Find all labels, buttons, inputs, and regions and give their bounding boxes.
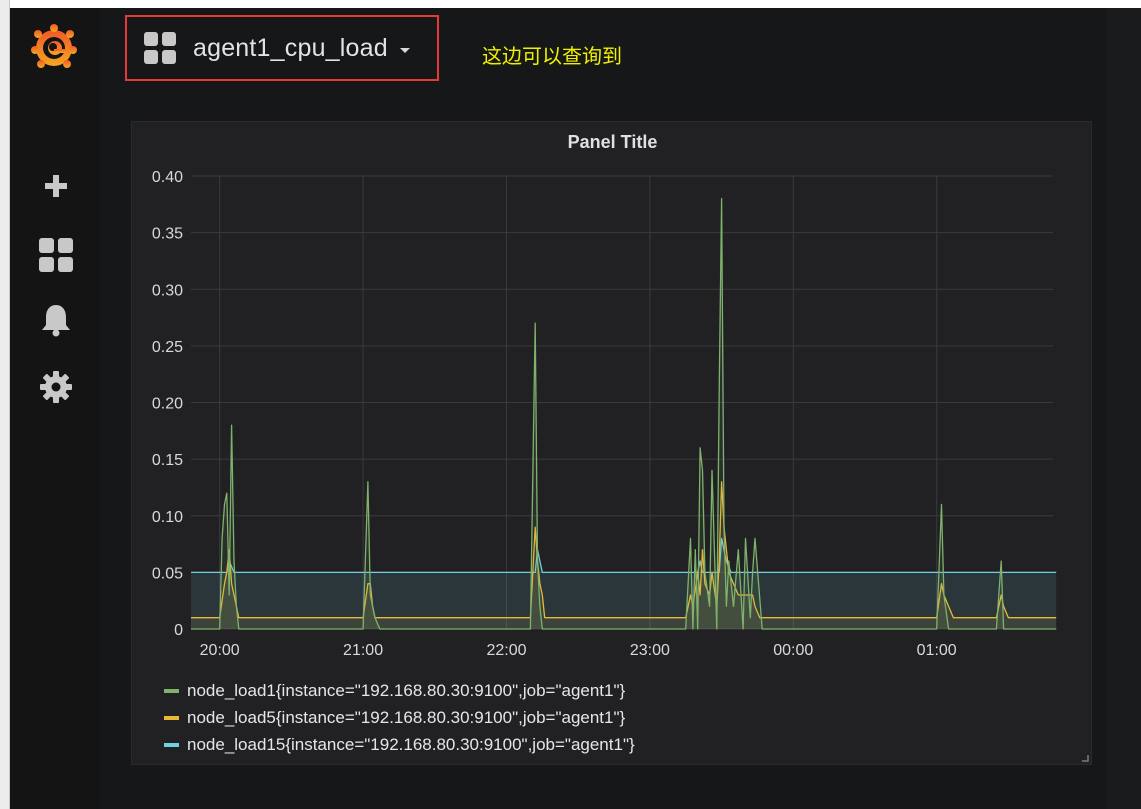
- x-tick-label: 00:00: [773, 642, 813, 659]
- series-line-3: [191, 537, 1057, 574]
- y-tick-label: 0.40: [152, 169, 183, 186]
- x-tick-label: 01:00: [917, 642, 957, 659]
- y-tick-label: 0.35: [152, 226, 183, 243]
- legend-swatch: [164, 688, 179, 693]
- y-tick-label: 0.15: [152, 452, 183, 469]
- legend-swatch: [164, 742, 179, 747]
- y-tick-label: 0.10: [152, 509, 183, 526]
- y-tick-label: 0.30: [152, 282, 183, 299]
- legend-label: node_load15{instance="192.168.80.30:9100…: [187, 734, 635, 754]
- x-tick-label: 23:00: [630, 642, 670, 659]
- legend-item-node-load1[interactable]: node_load1{instance="192.168.80.30:9100"…: [164, 677, 635, 704]
- series-area-3: [191, 538, 1057, 629]
- x-tick-label: 22:00: [486, 642, 526, 659]
- y-tick-label: 0.05: [152, 565, 183, 582]
- panel-resize-handle-icon[interactable]: [1081, 754, 1089, 762]
- legend-label: node_load5{instance="192.168.80.30:9100"…: [187, 707, 626, 727]
- y-tick-label: 0: [174, 622, 183, 639]
- legend-item-node-load15[interactable]: node_load15{instance="192.168.80.30:9100…: [164, 731, 635, 758]
- y-tick-label: 0.20: [152, 396, 183, 413]
- series-line-1: [191, 198, 1057, 630]
- legend: node_load1{instance="192.168.80.30:9100"…: [164, 677, 635, 758]
- legend-swatch: [164, 715, 179, 720]
- x-tick-label: 21:00: [343, 642, 383, 659]
- x-tick-label: 20:00: [200, 642, 240, 659]
- legend-label: node_load1{instance="192.168.80.30:9100"…: [187, 680, 626, 700]
- legend-item-node-load5[interactable]: node_load5{instance="192.168.80.30:9100"…: [164, 704, 635, 731]
- series-area-1: [191, 198, 1057, 629]
- y-tick-label: 0.25: [152, 339, 183, 356]
